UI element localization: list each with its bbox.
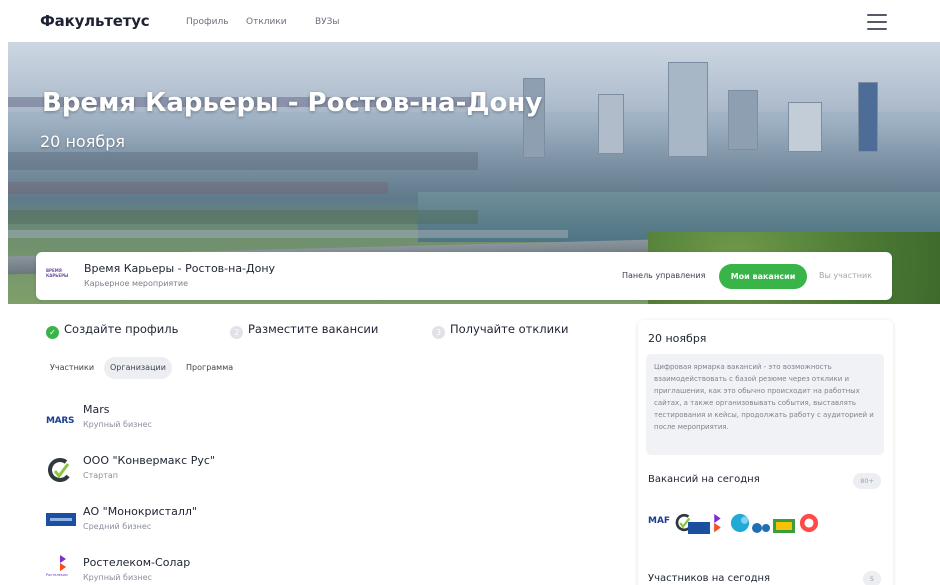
step-label: Получайте отклики	[450, 322, 569, 336]
participants-today-label: Участников на сегодня	[648, 573, 771, 584]
mars-mini-logo: MAF	[648, 516, 671, 526]
nav-profile-link[interactable]: Профиль	[186, 17, 229, 27]
hero-building	[858, 82, 878, 152]
step-label: Разместите вакансии	[248, 322, 379, 336]
org-type: Крупный бизнес	[83, 573, 152, 582]
participant-status: Вы участник	[819, 271, 873, 280]
event-info-card: 20 ноября Цифровая ярмарка вакансий - эт…	[638, 320, 893, 585]
hero-stripe	[8, 230, 568, 238]
rostelecom-logo: Ростелеком	[46, 554, 76, 577]
event-logo: ВРЕМЯ КАРЬЕРЫ	[46, 268, 69, 278]
convermax-logo	[46, 458, 76, 482]
org-name: Ростелеком-Солар	[83, 556, 191, 569]
tab-participants[interactable]: Участники	[44, 357, 100, 379]
vacancies-today-label: Вакансий на сегодня	[648, 474, 760, 485]
org-type: Крупный бизнес	[83, 420, 152, 429]
tab-organizations[interactable]: Организации	[104, 357, 172, 379]
hero-building	[598, 94, 624, 154]
brand-logo[interactable]: Факультетус	[40, 12, 150, 30]
list-item[interactable]: ООО "Конвермакс Рус" Стартап	[46, 454, 546, 494]
event-subtitle: Карьерное мероприятие	[84, 279, 188, 288]
dashboard-link[interactable]: Панель управления	[622, 271, 705, 280]
event-description: Цифровая ярмарка вакансий - это возможно…	[646, 354, 884, 455]
company-mini-logo	[730, 513, 750, 533]
org-type: Средний бизнес	[83, 522, 152, 531]
hero-building	[788, 102, 822, 152]
org-type: Стартап	[83, 471, 119, 480]
org-name: ООО "Конвермакс Рус"	[83, 454, 215, 467]
participant-logos: MAF	[648, 510, 848, 538]
step-label: Создайте профиль	[64, 322, 179, 336]
rostelecom-mini-logo	[714, 513, 721, 533]
company-mini-logo	[799, 513, 819, 533]
nav-responses-link[interactable]: Отклики	[246, 17, 287, 27]
event-bar: ВРЕМЯ КАРЬЕРЫ Время Карьеры - Ростов-на-…	[36, 252, 892, 300]
company-mini-logo	[773, 519, 795, 533]
list-item[interactable]: MARS Mars Крупный бизнес	[46, 403, 546, 443]
list-item[interactable]: Ростелеком Ростелеком-Солар Крупный бизн…	[46, 554, 546, 585]
list-item[interactable]: АО "Монокристалл" Средний бизнес	[46, 505, 546, 545]
event-title: Время Карьеры - Ростов-на-Дону	[84, 262, 276, 275]
step-create-profile[interactable]: ✓ Создайте профиль	[46, 322, 178, 339]
org-name: АО "Монокристалл"	[83, 505, 197, 518]
check-icon: ✓	[46, 326, 59, 339]
hero-building	[728, 90, 758, 150]
hero-title: Время Карьеры - Ростов-на-Дону	[42, 88, 543, 118]
menu-icon[interactable]	[867, 14, 887, 30]
hero-stripe	[8, 152, 478, 170]
step-number-icon: 3	[432, 326, 445, 339]
company-mini-logo	[752, 523, 770, 533]
hero-stripe	[8, 210, 478, 224]
step-post-vacancies[interactable]: 2 Разместите вакансии	[230, 322, 378, 339]
top-navigation: Факультетус Профиль Отклики ВУЗы	[0, 0, 940, 42]
nav-universities-link[interactable]: ВУЗы	[315, 17, 340, 27]
mars-logo: MARS	[46, 416, 75, 426]
tab-program[interactable]: Программа	[180, 357, 239, 379]
monocrystal-mini-logo	[688, 522, 710, 534]
card-date: 20 ноября	[648, 332, 707, 345]
org-name: Mars	[83, 403, 110, 416]
hero-building	[668, 62, 708, 157]
participants-count-badge: 5	[862, 571, 881, 585]
monocrystal-logo	[46, 509, 76, 531]
step-number-icon: 2	[230, 326, 243, 339]
step-get-responses[interactable]: 3 Получайте отклики	[432, 322, 569, 339]
my-vacancies-button[interactable]: Мои вакансии	[719, 264, 807, 289]
hero-stripe	[8, 182, 388, 194]
hero-date: 20 ноября	[40, 132, 125, 151]
vacancies-count-badge: 80+	[853, 473, 881, 489]
